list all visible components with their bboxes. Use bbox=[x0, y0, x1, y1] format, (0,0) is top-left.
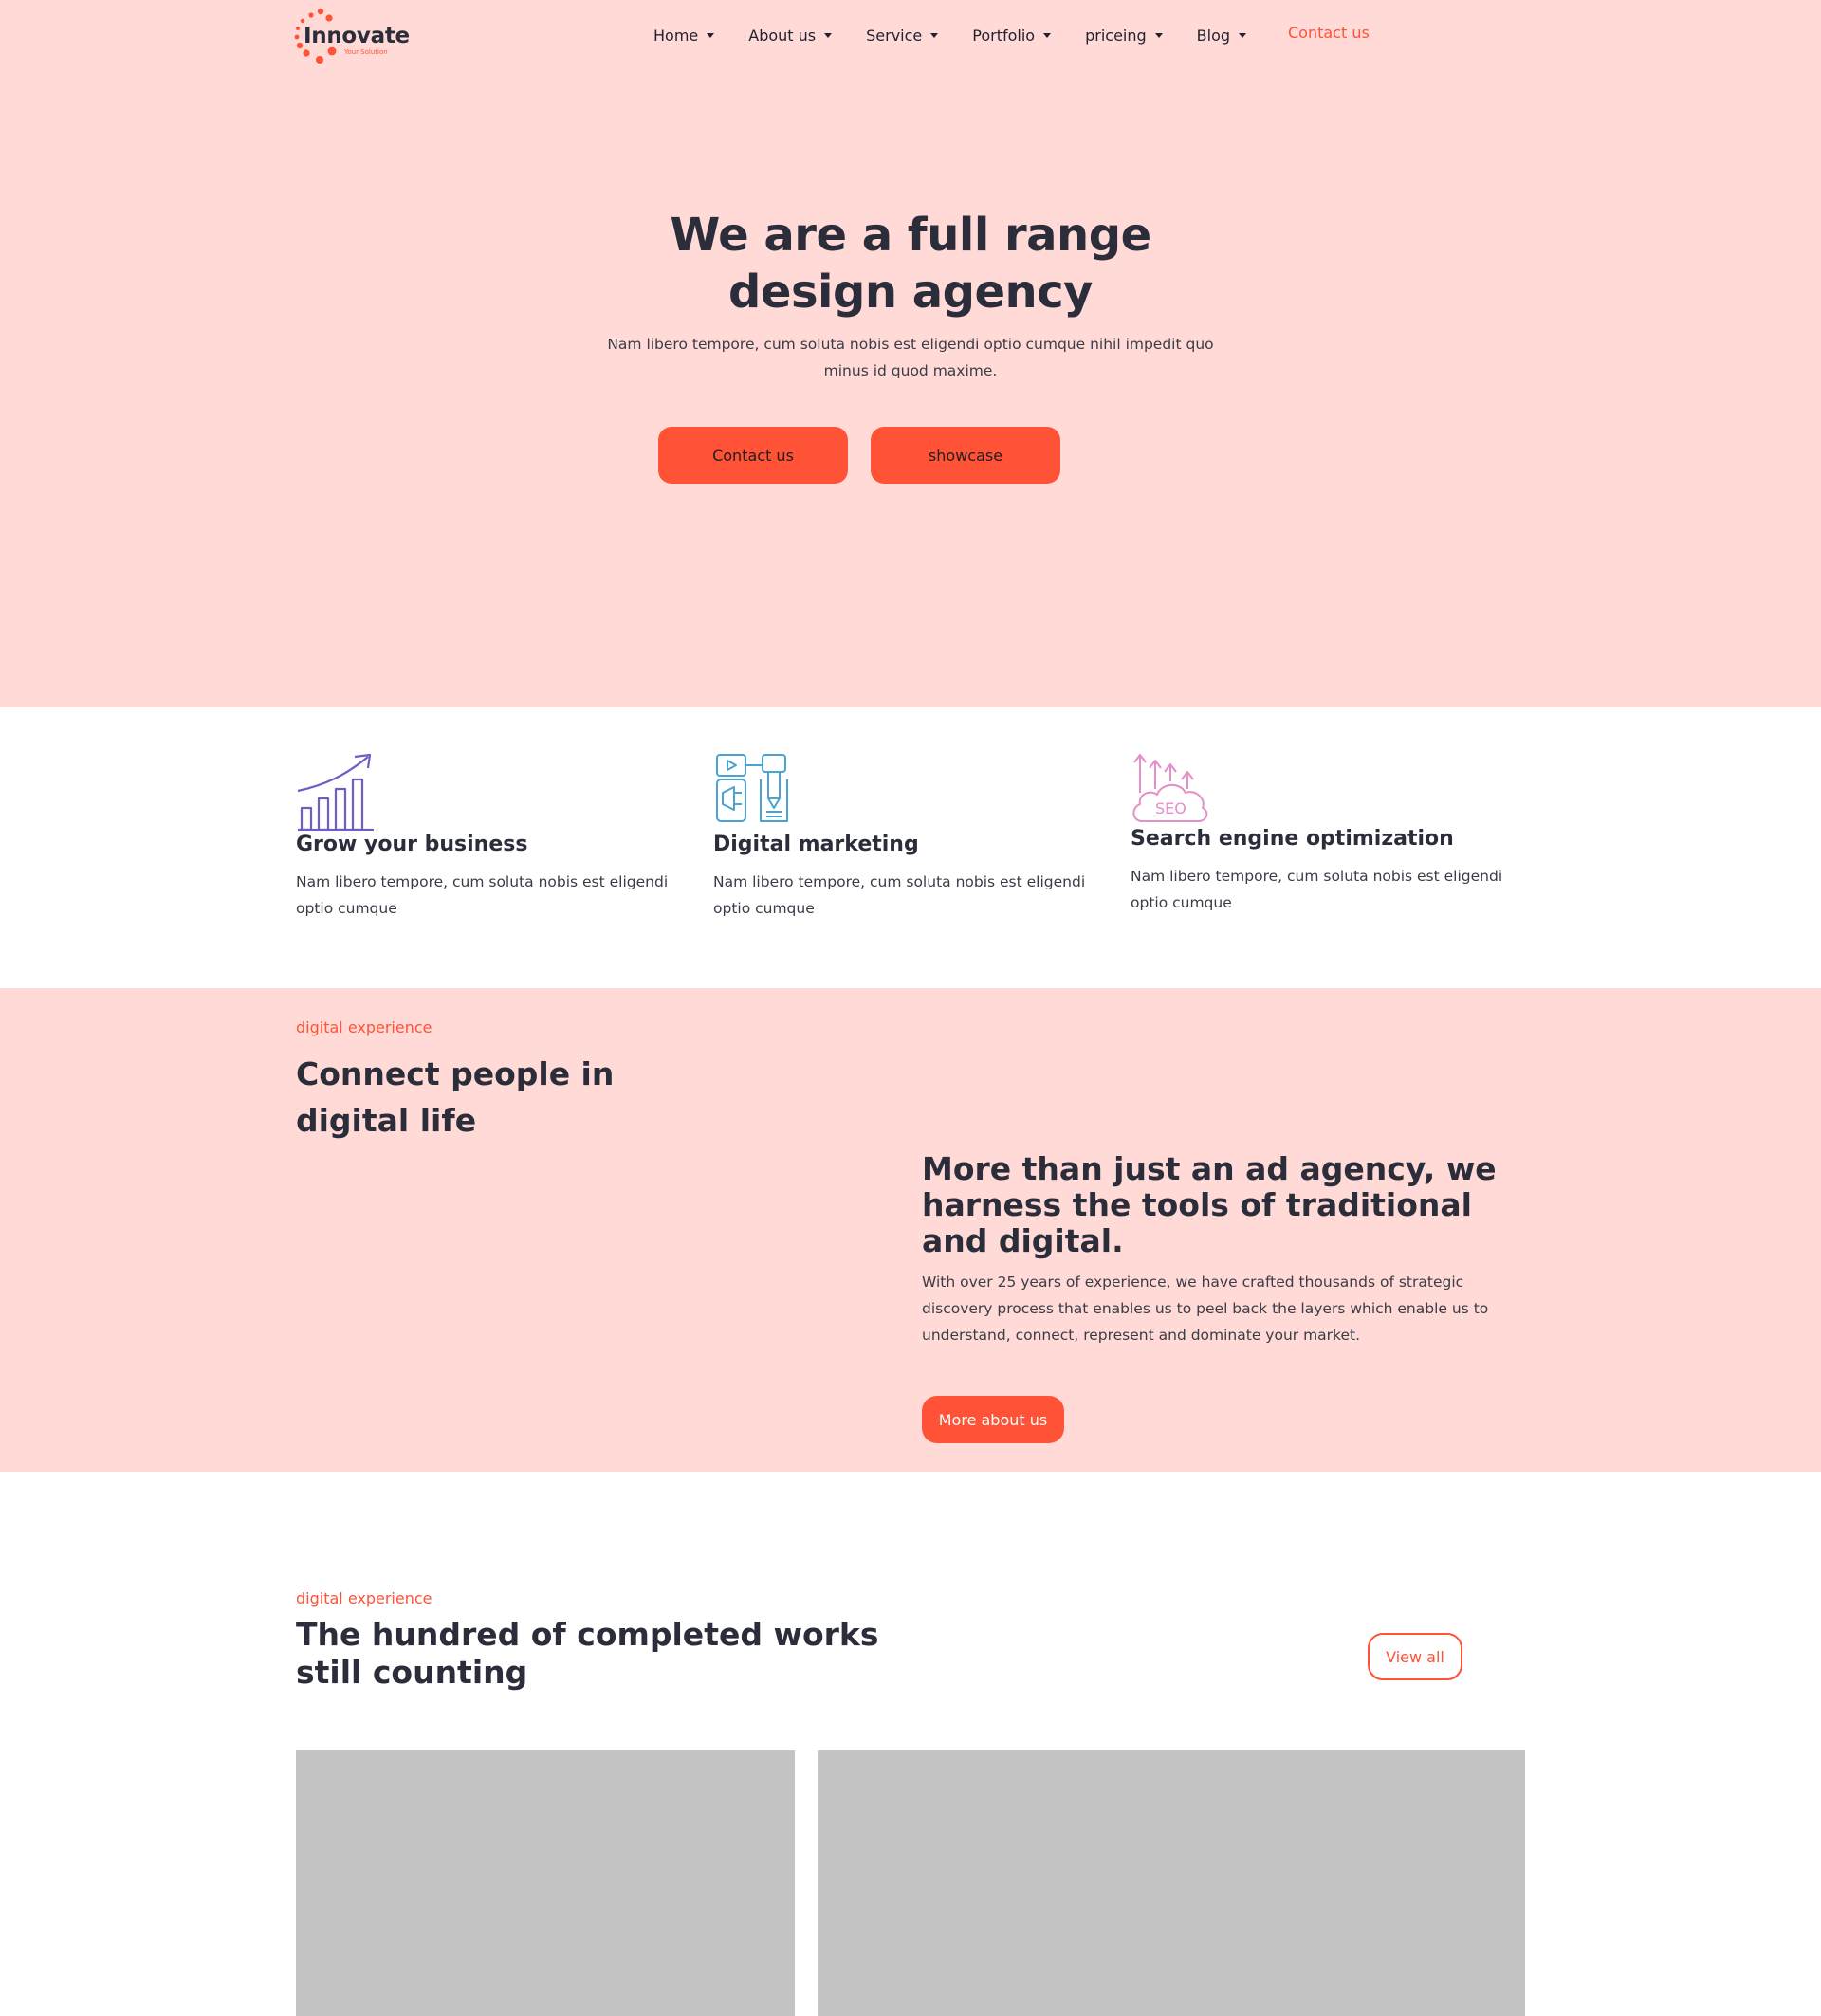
nav-item-home[interactable]: Home bbox=[653, 26, 715, 45]
digital-marketing-icon bbox=[716, 754, 788, 822]
feature-card-marketing: Digital marketing Nam libero tempore, cu… bbox=[713, 751, 1112, 922]
about-eyebrow: digital experience bbox=[296, 1018, 432, 1036]
nav-item-label: Portfolio bbox=[972, 26, 1036, 45]
hero-title: We are a full range design agency bbox=[0, 207, 1821, 321]
work-thumbnail[interactable] bbox=[818, 1750, 1525, 2016]
about-section: digital experience Connect people in dig… bbox=[0, 988, 1821, 1472]
main-nav: Home About us Service Portfolio priceing… bbox=[653, 24, 1280, 46]
chevron-down-icon bbox=[824, 32, 833, 38]
feature-text: Nam libero tempore, cum soluta nobis est… bbox=[296, 873, 669, 917]
logo-tagline: Your Solution bbox=[344, 48, 388, 56]
nav-item-label: Home bbox=[653, 26, 699, 45]
feature-title: Search engine optimization bbox=[1131, 827, 1454, 851]
more-about-us-button[interactable]: More about us bbox=[922, 1396, 1064, 1443]
feature-card-seo: SEO Search engine optimization Nam liber… bbox=[1131, 751, 1529, 916]
nav-item-about-us[interactable]: About us bbox=[748, 26, 833, 45]
feature-title: Grow your business bbox=[296, 833, 528, 856]
feature-title: Digital marketing bbox=[713, 833, 919, 856]
chevron-down-icon bbox=[1043, 32, 1052, 38]
chevron-down-icon bbox=[1154, 32, 1163, 38]
brand-logo[interactable]: Innovate Your Solution bbox=[288, 8, 410, 66]
feature-card-grow: Grow your business Nam libero tempore, c… bbox=[296, 751, 694, 922]
feature-text: Nam libero tempore, cum soluta nobis est… bbox=[713, 873, 1086, 917]
view-all-button[interactable]: View all bbox=[1368, 1633, 1462, 1680]
feature-text: Nam libero tempore, cum soluta nobis est… bbox=[1131, 868, 1503, 911]
hero-title-line-2: design agency bbox=[728, 266, 1093, 319]
about-subheading: More than just an ad agency, we harness … bbox=[922, 1150, 1497, 1259]
nav-item-pricing[interactable]: priceing bbox=[1085, 27, 1163, 45]
nav-item-label: About us bbox=[748, 26, 817, 45]
seo-cloud-icon: SEO bbox=[1132, 754, 1208, 822]
works-heading: The hundred of completed works still cou… bbox=[296, 1616, 879, 1691]
growth-chart-icon bbox=[297, 753, 374, 831]
chevron-down-icon bbox=[1239, 32, 1247, 38]
nav-item-blog[interactable]: Blog bbox=[1196, 26, 1247, 45]
works-eyebrow: digital experience bbox=[296, 1589, 432, 1607]
hero-subtitle: Nam libero tempore, cum soluta nobis est… bbox=[607, 336, 1214, 379]
about-body: With over 25 years of experience, we hav… bbox=[922, 1274, 1489, 1344]
chevron-down-icon bbox=[930, 32, 939, 38]
svg-text:SEO: SEO bbox=[1155, 799, 1186, 817]
nav-item-portfolio[interactable]: Portfolio bbox=[972, 26, 1052, 45]
hero-section: Innovate Your Solution Home About us Ser… bbox=[0, 0, 1821, 707]
hero-showcase-button[interactable]: showcase bbox=[871, 427, 1060, 484]
nav-item-label: Blog bbox=[1196, 26, 1231, 45]
chevron-down-icon bbox=[707, 32, 715, 38]
hero-contact-button[interactable]: Contact us bbox=[658, 427, 848, 484]
logo-wordmark: Innovate bbox=[304, 24, 410, 48]
hero-title-line-1: We are a full range bbox=[670, 209, 1151, 262]
nav-contact-link[interactable]: Contact us bbox=[1288, 24, 1370, 42]
nav-item-service[interactable]: Service bbox=[866, 26, 939, 45]
nav-item-label: Service bbox=[866, 26, 923, 45]
nav-item-label: priceing bbox=[1085, 26, 1147, 45]
work-thumbnail[interactable] bbox=[296, 1750, 795, 2016]
about-heading: Connect people in digital life bbox=[296, 1055, 615, 1139]
